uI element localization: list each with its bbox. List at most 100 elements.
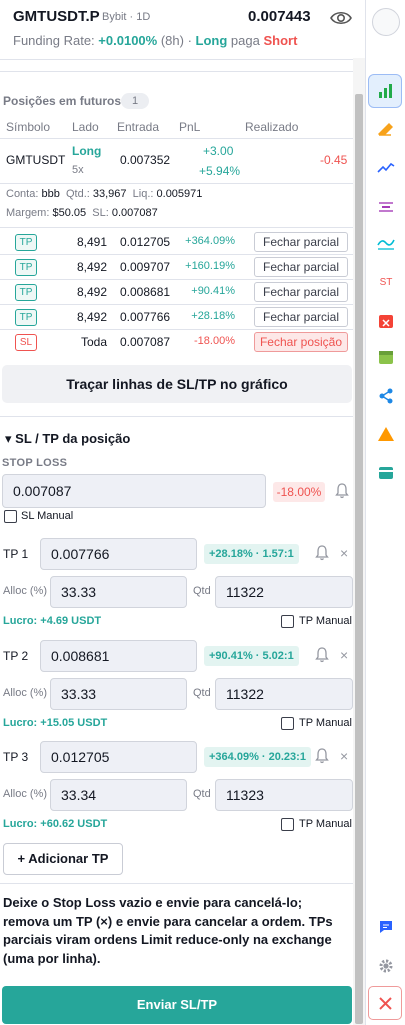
funding-short: Short: [263, 33, 298, 48]
col-side: Lado: [72, 120, 99, 134]
funding-rate-value: +0.0100%: [98, 33, 158, 48]
help-text: Deixe o Stop Loss vazio e envie para can…: [3, 895, 333, 966]
gear-icon[interactable]: [373, 955, 399, 977]
tp-qty-input[interactable]: 11322: [215, 678, 353, 710]
tp-price-input[interactable]: 0.007766: [40, 538, 197, 570]
tp-qty-input[interactable]: 11322: [215, 576, 353, 608]
tp-manual-checkbox[interactable]: [281, 818, 294, 831]
qty-label: Qtd: [193, 687, 211, 699]
tp-tag: TP: [15, 309, 37, 326]
st-icon[interactable]: ST: [373, 271, 399, 293]
sltp-section-toggle[interactable]: ▾ SL / TP da posição: [5, 431, 130, 447]
last-price: 0.007443: [248, 8, 311, 25]
col-realized: Realizado: [245, 120, 299, 134]
tp-price-input[interactable]: 0.012705: [40, 741, 197, 773]
levels-icon[interactable]: [373, 196, 399, 218]
tp-alloc-input[interactable]: 33.33: [50, 678, 187, 710]
bell-icon[interactable]: [315, 647, 329, 668]
funding-rate: Funding Rate: +0.0100% (8h) · Long paga …: [13, 33, 297, 48]
tp-qty-input[interactable]: 11323: [215, 779, 353, 811]
add-tp-button[interactable]: + Adicionar TP: [3, 843, 123, 875]
draw-lines-button[interactable]: Traçar linhas de SL/TP no gráfico: [2, 365, 352, 403]
sl-manual-label: SL Manual: [21, 510, 74, 522]
order-row: TP 8,492 0.009707 +160.19% Fechar parcial: [0, 255, 353, 279]
order-qty: 8,492: [76, 285, 107, 299]
calendar-x-icon[interactable]: [373, 310, 399, 332]
avatar[interactable]: [372, 8, 400, 36]
bell-icon[interactable]: [315, 748, 329, 769]
scrollbar-thumb[interactable]: [355, 94, 363, 1024]
position-info-line-1: Conta: bbb Qtd.: 33,967 Liq.: 0.005971: [6, 188, 203, 200]
liquidation-price: 0.005971: [156, 188, 203, 200]
exchange-timeframe: Bybit · 1D: [102, 11, 151, 23]
tp-manual-label: TP Manual: [299, 615, 352, 627]
tp-manual-checkbox[interactable]: [281, 717, 294, 730]
partial-close-button[interactable]: Fechar parcial: [254, 232, 348, 252]
stop-loss-label: STOP LOSS: [2, 457, 68, 469]
eye-icon[interactable]: [330, 9, 352, 27]
remove-tp-icon[interactable]: ×: [340, 748, 348, 764]
pencil-icon[interactable]: [373, 118, 399, 140]
order-pct: -18.00%: [194, 335, 235, 347]
calendar-icon[interactable]: [373, 346, 399, 368]
qty-label: Qtd: [193, 788, 211, 800]
close-position-button[interactable]: Fechar posição: [254, 332, 348, 352]
close-icon: [379, 997, 392, 1010]
tp-profit: Lucro: +4.69 USDT: [3, 615, 102, 627]
position-entry: 0.007352: [120, 153, 171, 167]
qty-label: Qtd: [193, 585, 211, 597]
tp-rr-badge: +90.41% · 5.02:1: [204, 646, 299, 666]
position-pnl: +3.00: [203, 144, 234, 158]
submit-sltp-button[interactable]: Enviar SL/TP: [2, 986, 352, 1024]
tp-manual-label: TP Manual: [299, 717, 352, 729]
order-qty: 8,492: [76, 310, 107, 324]
order-row: TP 8,492 0.008681 +90.41% Fechar parcial: [0, 280, 353, 304]
order-pct: +28.18%: [191, 310, 235, 322]
tp-alloc-input[interactable]: 33.33: [50, 576, 187, 608]
close-panel-button[interactable]: [368, 986, 402, 1020]
scrollbar[interactable]: [353, 58, 365, 1025]
alloc-label: Alloc (%): [3, 788, 48, 800]
sl-manual-checkbox[interactable]: [4, 510, 17, 523]
trend-icon[interactable]: [373, 157, 399, 179]
order-qty: 8,492: [76, 260, 107, 274]
bell-icon[interactable]: [335, 483, 349, 504]
tp-profit: Lucro: +60.62 USDT: [3, 818, 108, 830]
tp-manual-checkbox[interactable]: [281, 615, 294, 628]
tp-tag: TP: [15, 259, 37, 276]
order-row: SL Toda 0.007087 -18.00% Fechar posição: [0, 330, 353, 354]
funding-pays: paga: [230, 33, 260, 48]
card-icon[interactable]: [373, 462, 399, 484]
order-pct: +160.19%: [185, 260, 235, 272]
order-row: TP 8,491 0.012705 +364.09% Fechar parcial: [0, 230, 353, 254]
position-pnl-pct: +5.94%: [199, 164, 241, 178]
col-pnl: PnL: [179, 120, 201, 134]
tp-alloc-input[interactable]: 33.34: [50, 779, 187, 811]
share-icon[interactable]: [373, 385, 399, 407]
order-row: TP 8,492 0.007766 +28.18% Fechar parcial: [0, 305, 353, 329]
symbol-name[interactable]: GMTUSDT.P: [13, 8, 100, 25]
chart-bars-icon[interactable]: [373, 80, 399, 102]
remove-tp-icon[interactable]: ×: [340, 647, 348, 663]
col-symbol: Símbolo: [6, 120, 51, 134]
sl-tag: SL: [15, 334, 37, 351]
chat-icon[interactable]: [373, 916, 399, 938]
partial-close-button[interactable]: Fechar parcial: [254, 307, 348, 327]
warning-icon[interactable]: [373, 423, 399, 445]
partial-close-button[interactable]: Fechar parcial: [254, 257, 348, 277]
wave-icon[interactable]: [373, 232, 399, 254]
stop-loss-input[interactable]: 0.007087: [2, 474, 266, 508]
position-qty: 33,967: [92, 188, 127, 200]
order-qty: 8,491: [76, 235, 107, 249]
remove-tp-icon[interactable]: ×: [340, 545, 348, 561]
position-symbol: GMTUSDT: [6, 153, 66, 167]
partial-close-button[interactable]: Fechar parcial: [254, 282, 348, 302]
order-pct: +90.41%: [191, 285, 235, 297]
tp-price-input[interactable]: 0.008681: [40, 640, 197, 672]
order-price: 0.009707: [120, 260, 171, 274]
position-side: Long: [72, 144, 102, 158]
positions-count: 1: [121, 93, 149, 109]
funding-period: (8h) ·: [160, 33, 192, 48]
bell-icon[interactable]: [315, 545, 329, 566]
tp-rr-badge: +364.09% · 20.23:1: [204, 747, 311, 767]
